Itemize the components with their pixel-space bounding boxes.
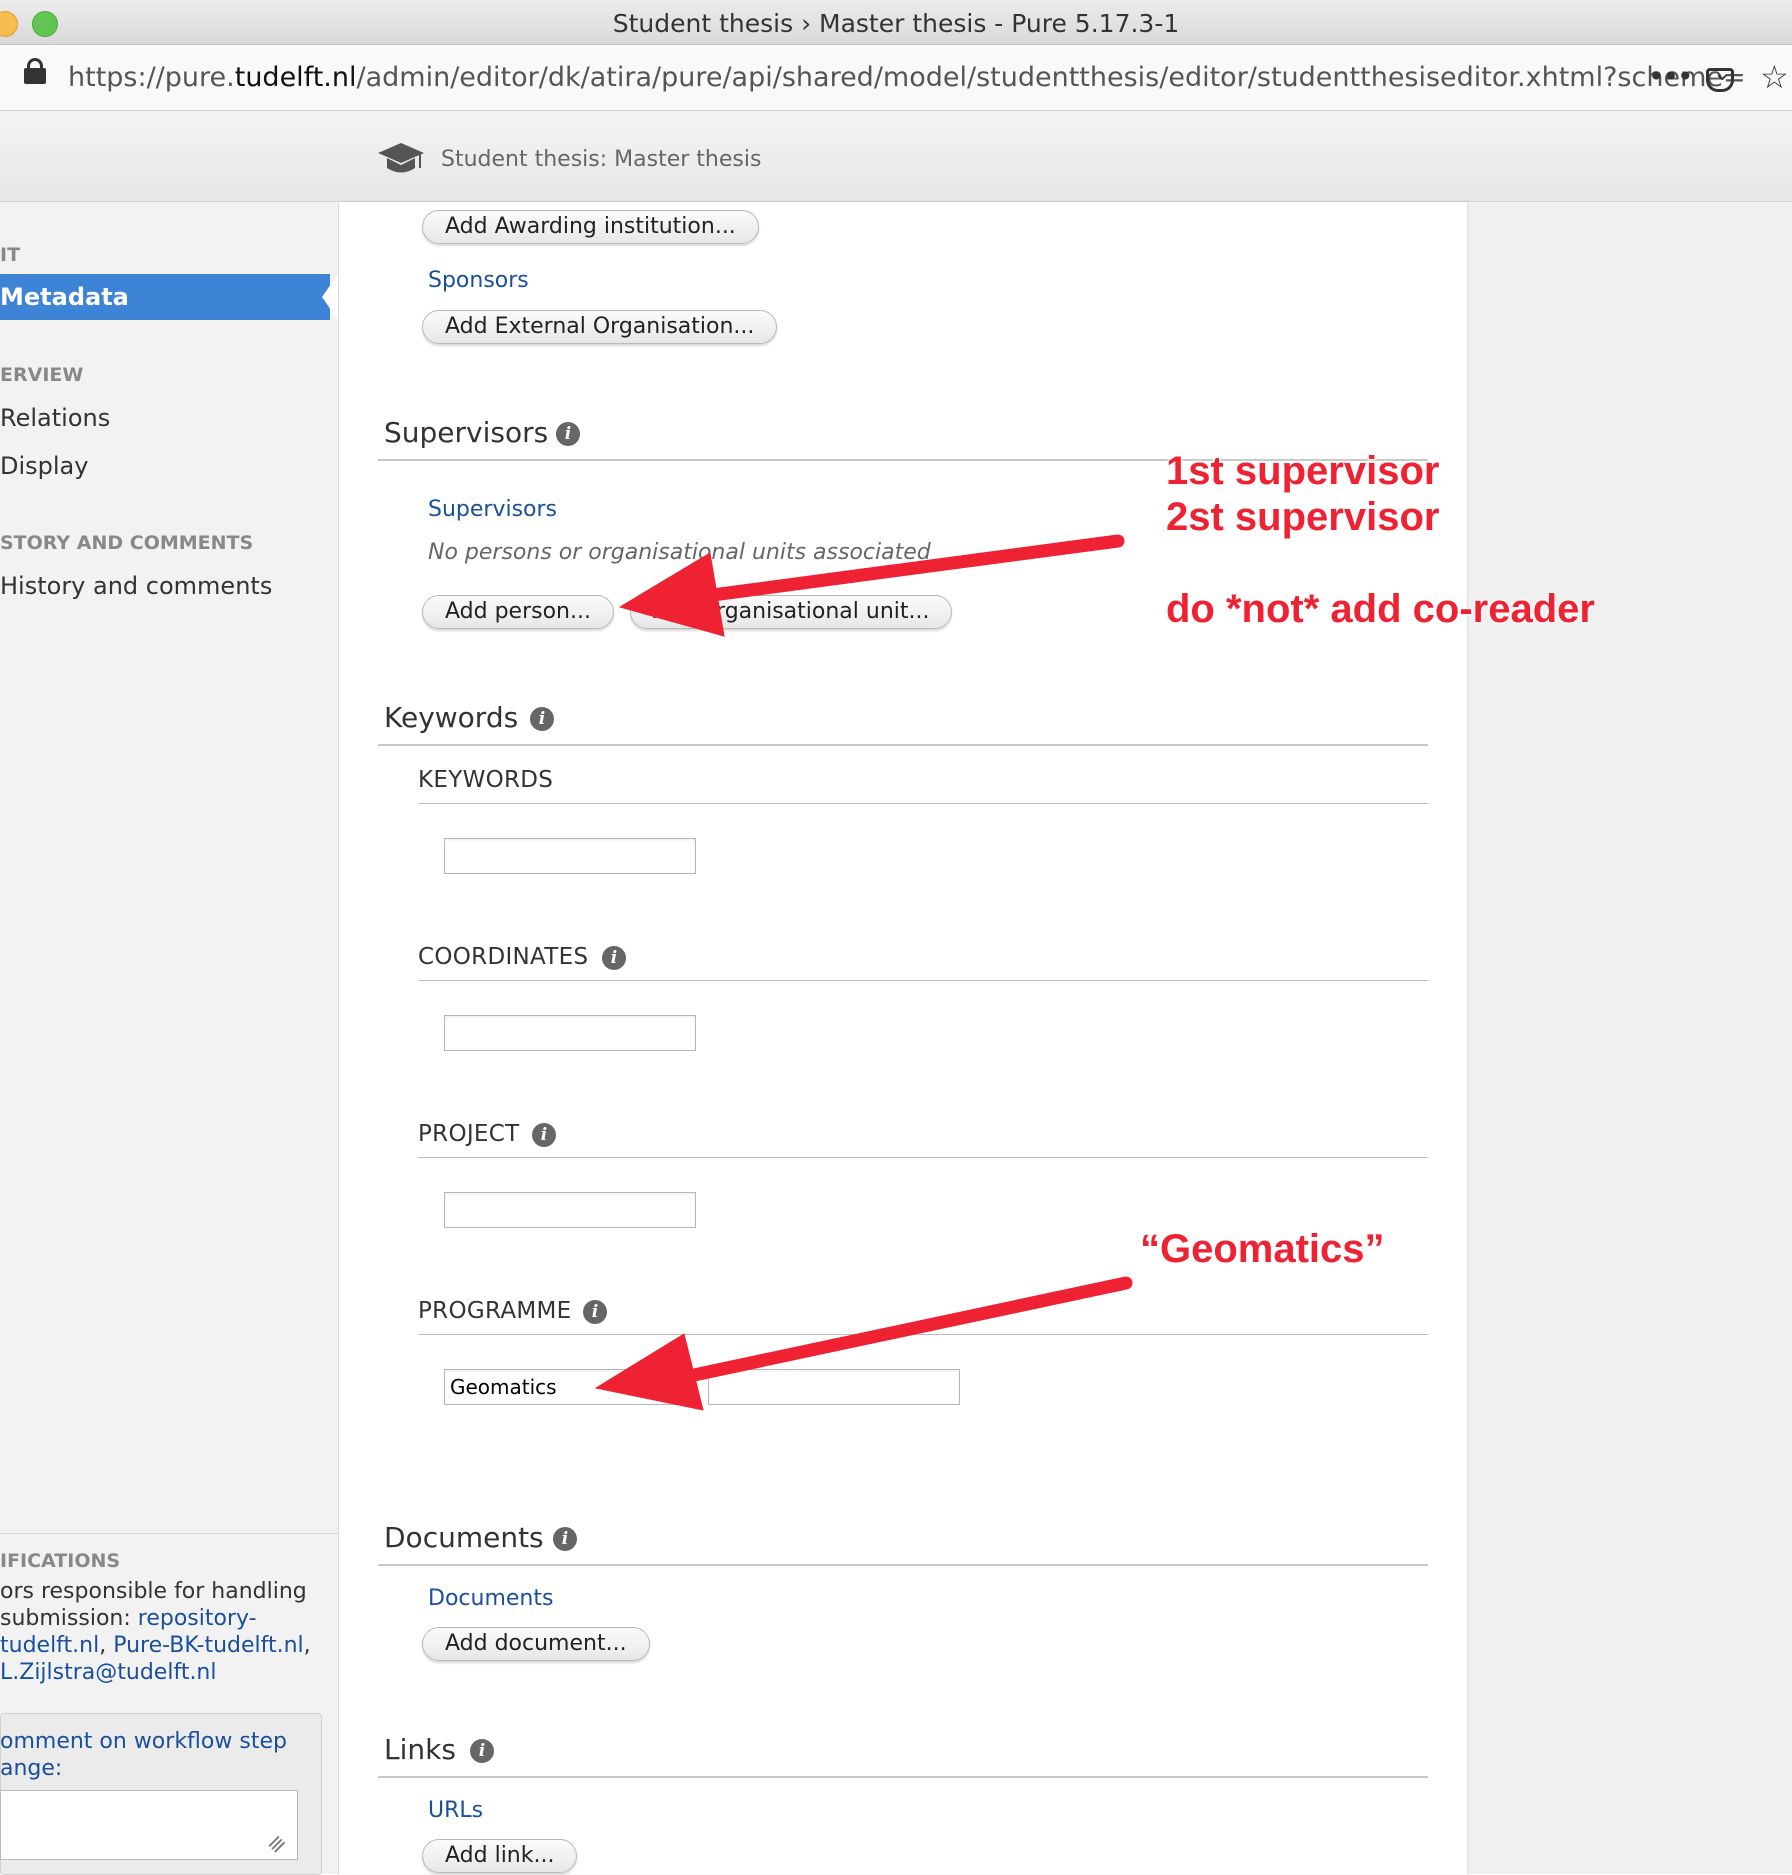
programme-field-label: PROGRAMME xyxy=(418,1298,572,1324)
supervisors-sublabel: Supervisors xyxy=(428,497,558,522)
window-titlebar: Student thesis › Master thesis - Pure 5.… xyxy=(0,0,1792,45)
star-icon[interactable]: ☆ xyxy=(1760,58,1789,96)
header-title: Student thesis: Master thesis xyxy=(441,147,762,172)
notification-text: ors responsible for handling submission:… xyxy=(0,1579,311,1685)
app-header xyxy=(0,111,1792,202)
sidebar-section-edit: IT xyxy=(0,244,21,266)
documents-section-title: Documents xyxy=(384,1521,544,1554)
programme-input[interactable] xyxy=(444,1369,696,1405)
supervisors-section-title: Supervisors xyxy=(384,416,549,449)
programme-field-rule xyxy=(418,1334,1428,1335)
info-icon[interactable]: i xyxy=(556,422,580,446)
workflow-comment-input[interactable] xyxy=(0,1790,298,1860)
url-text[interactable]: https://pure.tudelft.nl/admin/editor/dk/… xyxy=(68,62,1746,93)
sidebar-section-overview: ERVIEW xyxy=(0,364,84,386)
info-icon[interactable]: i xyxy=(583,1300,607,1324)
add-organisational-unit-button[interactable]: Add organisational unit... xyxy=(630,595,953,629)
annotation-no-coreader: do *not* add co-reader xyxy=(1166,587,1595,631)
links-section-title: Links xyxy=(384,1733,456,1766)
annotation-second-supervisor: 2st supervisor xyxy=(1166,495,1440,539)
add-document-button[interactable]: Add document... xyxy=(422,1627,650,1661)
keywords-input[interactable] xyxy=(444,838,696,874)
urls-sublabel: URLs xyxy=(428,1798,484,1823)
sidebar-item-display[interactable]: Display xyxy=(0,452,88,480)
coordinates-input[interactable] xyxy=(444,1015,696,1051)
url-domain: tudelft.nl xyxy=(234,62,357,93)
sponsors-label: Sponsors xyxy=(428,268,529,293)
pocket-icon[interactable] xyxy=(1706,61,1734,92)
notification-link-zijlstra[interactable]: L.Zijlstra@tudelft.nl xyxy=(0,1660,217,1685)
coordinates-field-label: COORDINATES xyxy=(418,944,589,970)
keywords-section-title: Keywords xyxy=(384,701,519,734)
sidebar-item-history[interactable]: History and comments xyxy=(0,572,272,600)
workflow-comment-label: omment on workflow step ange: xyxy=(0,1729,287,1781)
info-icon[interactable]: i xyxy=(532,1123,556,1147)
add-awarding-institution-button[interactable]: Add Awarding institution... xyxy=(422,210,759,244)
annotation-geomatics: “Geomatics” xyxy=(1140,1227,1385,1271)
keywords-rule xyxy=(378,744,1428,746)
notification-link-pure-bk[interactable]: Pure-BK-tudelft.nl xyxy=(113,1633,303,1658)
url-path: /admin/editor/dk/atira/pure/api/shared/m… xyxy=(356,62,1746,93)
keywords-field-rule xyxy=(418,803,1428,804)
lock-icon xyxy=(24,58,46,84)
sidebar-item-relations[interactable]: Relations xyxy=(0,404,110,432)
info-icon[interactable]: i xyxy=(602,946,626,970)
project-field-label: PROJECT xyxy=(418,1121,520,1147)
no-persons-text: No persons or organisational units assoc… xyxy=(428,540,931,565)
project-input[interactable] xyxy=(444,1192,696,1228)
keywords-field-label: KEYWORDS xyxy=(418,767,554,793)
coordinates-field-rule xyxy=(418,980,1428,981)
window-title: Student thesis › Master thesis - Pure 5.… xyxy=(612,9,1180,38)
sidebar-section-history: STORY AND COMMENTS xyxy=(0,532,254,554)
documents-sublabel: Documents xyxy=(428,1586,554,1611)
graduation-cap-icon xyxy=(378,143,424,173)
programme-input-secondary[interactable] xyxy=(708,1369,960,1405)
links-rule xyxy=(378,1776,1428,1778)
add-link-button[interactable]: Add link... xyxy=(422,1839,578,1873)
info-icon[interactable]: i xyxy=(553,1527,577,1551)
sidebar-section-notifications: IFICATIONS xyxy=(0,1550,121,1572)
add-person-button[interactable]: Add person... xyxy=(422,595,614,629)
active-indicator xyxy=(322,274,338,320)
documents-rule xyxy=(378,1564,1428,1566)
project-field-rule xyxy=(418,1157,1428,1158)
annotation-first-supervisor: 1st supervisor xyxy=(1166,449,1440,493)
page-actions-button[interactable]: ••• xyxy=(1648,60,1694,93)
right-background xyxy=(1468,202,1792,1874)
sidebar-divider xyxy=(0,1533,338,1534)
add-external-organisation-button[interactable]: Add External Organisation... xyxy=(422,310,778,344)
info-icon[interactable]: i xyxy=(530,707,554,731)
info-icon[interactable]: i xyxy=(470,1739,494,1763)
url-prefix: https://pure. xyxy=(68,62,235,93)
sidebar-item-metadata[interactable]: Metadata xyxy=(0,274,330,320)
